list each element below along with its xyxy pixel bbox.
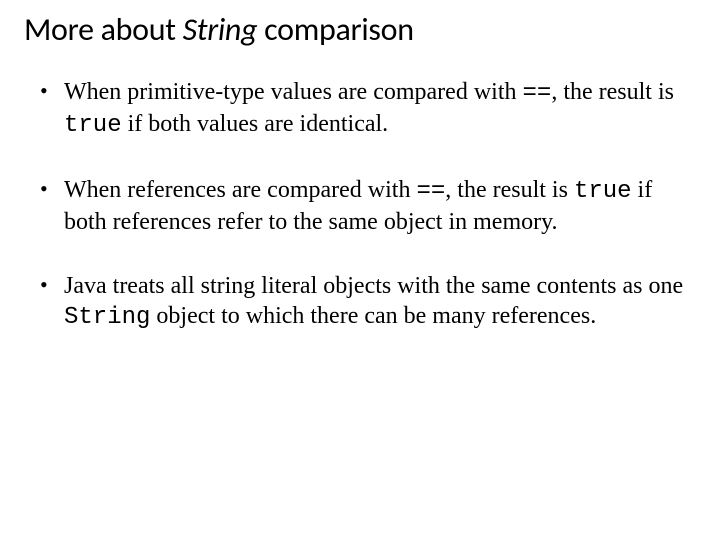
bullet-text: Java treats all string literal objects w… — [64, 273, 683, 299]
bullet-list: When primitive-type values are compared … — [24, 77, 696, 333]
title-italic: String — [183, 10, 258, 49]
bullet-text: , the result is — [551, 79, 674, 105]
code-span: String — [64, 304, 150, 331]
code-span: == — [523, 80, 552, 107]
bullet-text: When primitive-type values are compared … — [64, 79, 523, 105]
slide-title: More about String comparison — [24, 10, 696, 49]
bullet-text: When references are compared with — [64, 177, 416, 203]
bullet-text: , the result is — [445, 177, 574, 203]
bullet-text: if both values are identical. — [122, 111, 389, 137]
bullet-text: object to which there can be many refere… — [150, 303, 596, 329]
list-item: Java treats all string literal objects w… — [40, 271, 696, 333]
list-item: When references are compared with ==, th… — [40, 175, 696, 237]
title-post: comparison — [257, 10, 413, 49]
title-pre: More about — [24, 10, 183, 49]
code-span: == — [416, 178, 445, 205]
code-span: true — [64, 112, 122, 139]
code-span: true — [574, 178, 632, 205]
list-item: When primitive-type values are compared … — [40, 77, 696, 141]
